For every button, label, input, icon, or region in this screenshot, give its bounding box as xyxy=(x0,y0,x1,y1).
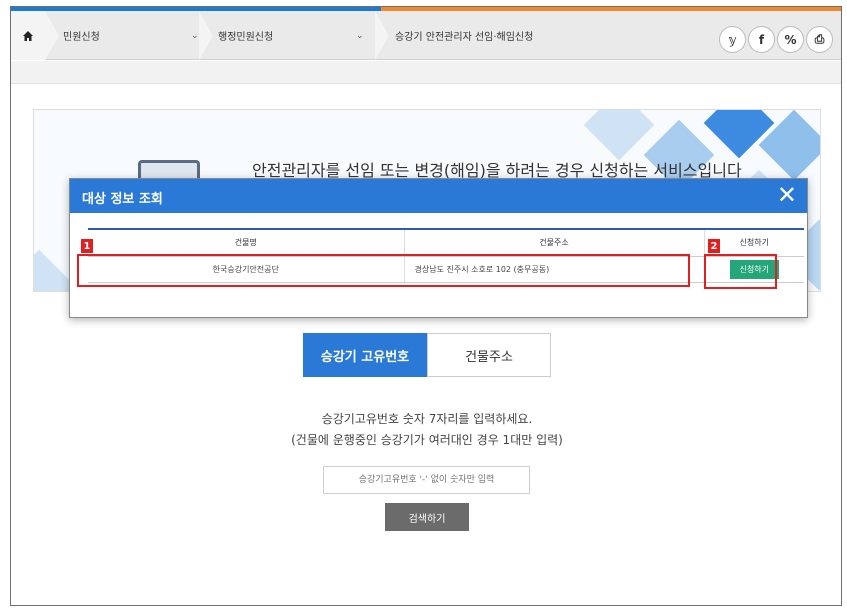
marker-1: 1 xyxy=(81,239,93,253)
breadcrumb-item-1-label: 민원신청 xyxy=(63,32,100,43)
breadcrumb-separator xyxy=(375,11,389,60)
marker-2: 2 xyxy=(708,239,720,253)
chevron-down-icon: ⌄ xyxy=(356,30,364,41)
print-icon[interactable]: ⎙ xyxy=(806,26,833,53)
link-icon[interactable]: % xyxy=(777,26,804,53)
target-info-modal: 대상 정보 조회 ✕ 건물명 건물주소 신청하기 한국승강기안전공단 경상남도 … xyxy=(69,178,808,318)
highlight-box-1 xyxy=(77,254,690,287)
close-icon[interactable]: ✕ xyxy=(777,182,797,208)
breadcrumb-item-3: 승강기 안전관리자 선임·해임신청 xyxy=(395,11,655,60)
highlight-box-2 xyxy=(704,254,777,289)
tab-elevator-number[interactable]: 승강기 고유번호 xyxy=(303,333,427,377)
browser-frame: 민원신청 ⌄ 행정민원신청 ⌄ 승강기 안전관리자 선임·해임신청 𝕪 f % … xyxy=(10,6,842,606)
breadcrumb-separator xyxy=(199,11,213,60)
tab-building-address[interactable]: 건물주소 xyxy=(427,333,551,377)
home-icon[interactable] xyxy=(11,11,45,60)
twitter-icon[interactable]: 𝕪 xyxy=(719,26,746,53)
guide-line-1: 승강기고유번호 숫자 7자리를 입력하세요. xyxy=(321,412,533,426)
column-header-building-name: 건물명 xyxy=(88,229,404,257)
breadcrumb-item-2-label: 행정민원신청 xyxy=(218,32,274,43)
breadcrumb-bar: 민원신청 ⌄ 행정민원신청 ⌄ 승강기 안전관리자 선임·해임신청 𝕪 f % … xyxy=(11,7,841,60)
guide-line-2: (건물에 운행중인 승강기가 여러대인 경우 1대만 입력) xyxy=(291,433,563,447)
elevator-number-input[interactable] xyxy=(323,466,530,494)
facebook-icon[interactable]: f xyxy=(748,26,775,53)
breadcrumb-item-2[interactable]: 행정민원신청 ⌄ xyxy=(218,11,378,60)
chevron-down-icon: ⌄ xyxy=(191,30,199,41)
search-button[interactable]: 검색하기 xyxy=(385,503,469,531)
breadcrumb-separator xyxy=(45,11,59,60)
breadcrumb-item-3-label: 승강기 안전관리자 선임·해임신청 xyxy=(395,32,534,43)
sub-bar xyxy=(11,61,841,84)
modal-title: 대상 정보 조회 xyxy=(82,192,163,207)
search-tabs: 승강기 고유번호 건물주소 xyxy=(303,333,551,377)
breadcrumb-item-1[interactable]: 민원신청 ⌄ xyxy=(63,11,215,60)
modal-header: 대상 정보 조회 ✕ xyxy=(70,179,807,213)
column-header-building-address: 건물주소 xyxy=(403,229,704,257)
decor-shape xyxy=(583,110,655,161)
